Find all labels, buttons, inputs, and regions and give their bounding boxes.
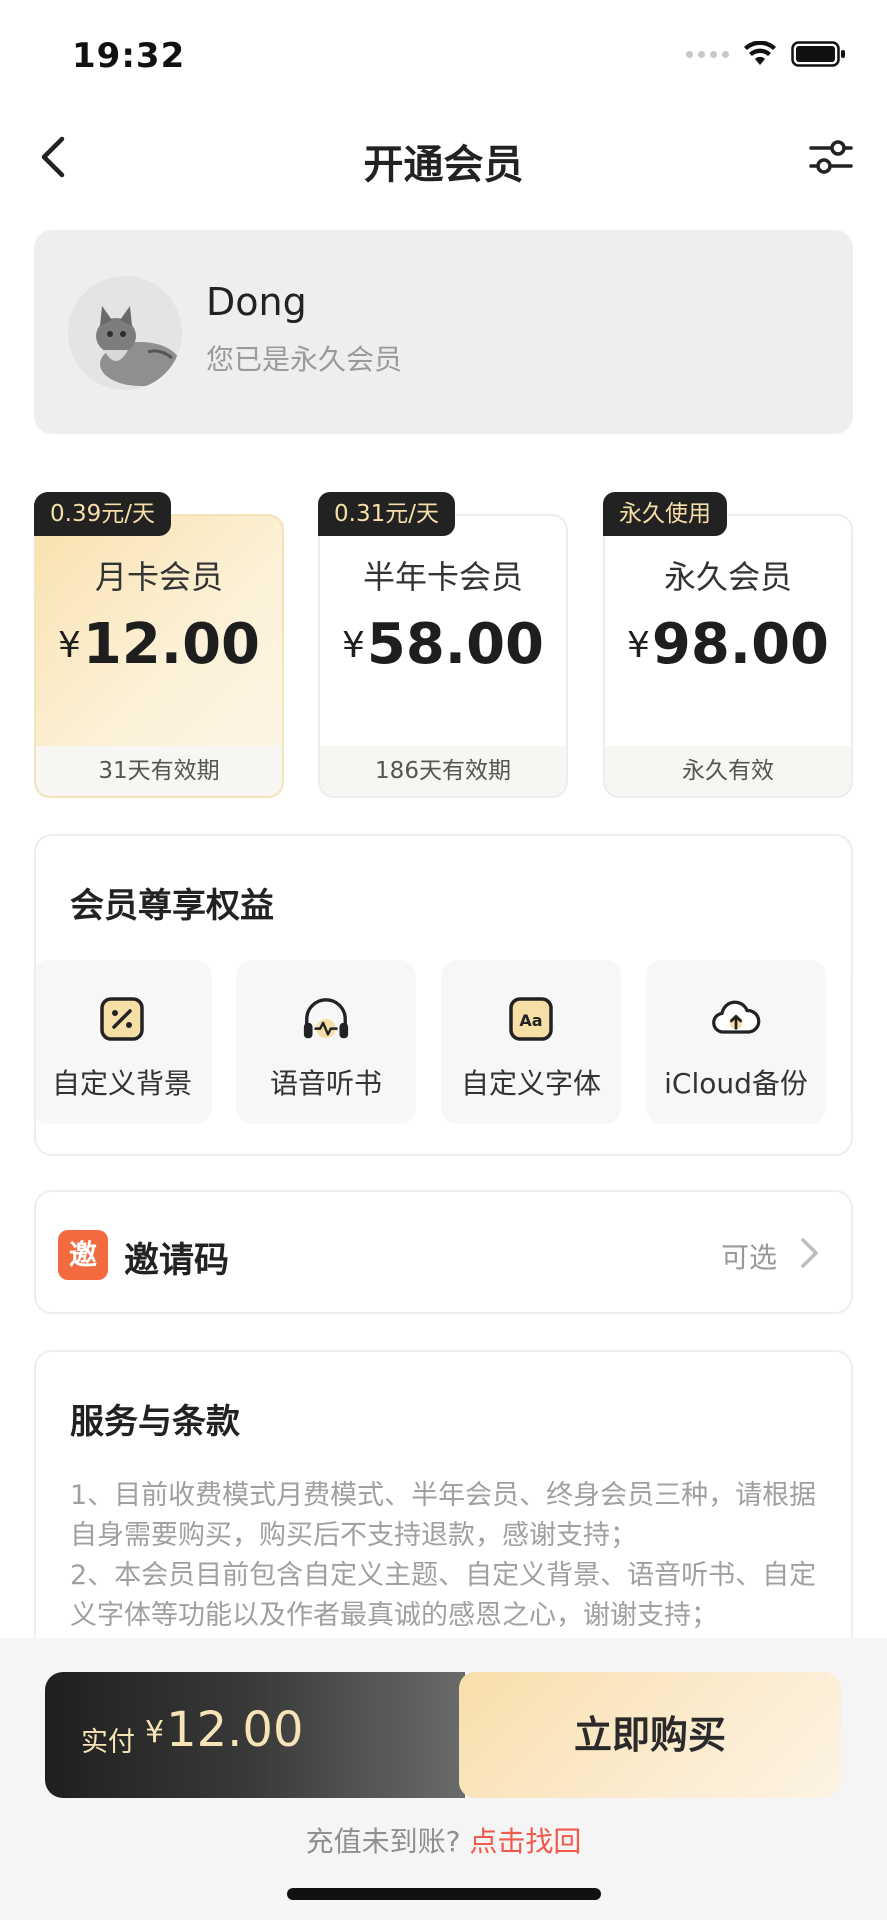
benefit-audio-book[interactable]: 语音听书 — [236, 960, 416, 1124]
benefit-label: 自定义字体 — [460, 1067, 601, 1100]
profile-card: Dong 您已是永久会员 — [34, 230, 853, 434]
plan-validity: 永久有效 — [605, 746, 851, 796]
plan-name: 月卡会员 — [94, 558, 223, 596]
benefit-label: iCloud备份 — [664, 1067, 808, 1100]
terms-title: 服务与条款 — [70, 1402, 240, 1442]
benefit-label: 自定义背景 — [51, 1067, 192, 1100]
plan-tag-half-year: 0.31元/天 — [318, 492, 455, 536]
plan-list: 月卡会员 ¥12.00 31天有效期 0.39元/天 半年卡会员 ¥58.00 … — [34, 492, 853, 798]
custom-background-icon — [97, 994, 147, 1044]
avatar[interactable] — [68, 276, 182, 390]
recovery-row: 充值未到账? 点击找回 — [0, 1820, 887, 1860]
bottom-payment-bar: 实付 ¥12.00 立即购买 充值未到账? 点击找回 — [0, 1638, 887, 1920]
benefit-custom-font[interactable]: Aa 自定义字体 — [441, 960, 621, 1124]
terms-line-2: 2、本会员目前包含自定义主题、自定义背景、语音听书、自定义字体等功能以及作者最真… — [70, 1560, 817, 1631]
cellular-signal-icon — [686, 50, 729, 58]
status-indicators — [686, 40, 847, 68]
benefits-card: 会员尊享权益 自定义背景 语音听书 Aa 自定义字体 iCloud备份 — [34, 834, 853, 1156]
payment-summary: 实付 ¥12.00 — [45, 1672, 465, 1798]
status-bar: 19:32 — [0, 0, 887, 110]
plan-validity: 31天有效期 — [36, 746, 282, 796]
plan-name: 半年卡会员 — [362, 558, 523, 596]
filter-settings-button[interactable] — [803, 132, 859, 182]
plan-card-half-year[interactable]: 半年卡会员 ¥58.00 186天有效期 — [318, 514, 568, 798]
invite-code-row[interactable]: 邀 邀请码 可选 — [34, 1190, 853, 1314]
navigation-bar: 开通会员 — [0, 112, 887, 202]
terms-line-1: 1、目前收费模式月费模式、半年会员、终身会员三种，请根据自身需要购买，购买后不支… — [70, 1480, 817, 1551]
plan-price: ¥98.00 — [626, 612, 830, 677]
plan-card-lifetime[interactable]: 永久会员 ¥98.00 永久有效 — [603, 514, 853, 798]
status-time: 19:32 — [72, 36, 186, 76]
plan-price: ¥58.00 — [341, 612, 545, 677]
buy-now-button[interactable]: 立即购买 — [459, 1672, 841, 1798]
invite-badge-icon: 邀 — [58, 1230, 108, 1280]
home-indicator — [287, 1888, 601, 1900]
sliders-icon — [809, 140, 853, 174]
user-name: Dong — [206, 280, 307, 324]
font-icon: Aa — [506, 994, 556, 1044]
invite-optional-text: 可选 — [720, 1241, 777, 1274]
benefits-scroll-row[interactable]: 自定义背景 语音听书 Aa 自定义字体 iCloud备份 — [36, 960, 851, 1124]
headphones-icon — [301, 994, 351, 1044]
benefit-custom-background[interactable]: 自定义背景 — [36, 960, 212, 1124]
benefits-title: 会员尊享权益 — [70, 886, 274, 926]
page-title: 开通会员 — [363, 142, 524, 188]
benefit-item-partial[interactable] — [850, 960, 851, 1124]
plan-tag-lifetime: 永久使用 — [603, 492, 727, 536]
cat-avatar-image — [68, 276, 182, 390]
cloud-upload-icon — [711, 994, 761, 1044]
benefit-label: 语音听书 — [269, 1067, 382, 1100]
membership-status: 您已是永久会员 — [206, 343, 403, 376]
invite-code-label: 邀请码 — [124, 1241, 230, 1281]
benefit-icloud-backup[interactable]: iCloud备份 — [646, 960, 826, 1124]
plan-name: 永久会员 — [663, 558, 792, 596]
plan-tag-monthly: 0.39元/天 — [34, 492, 171, 536]
battery-icon — [791, 41, 845, 67]
payment-label: 实付 — [81, 1727, 135, 1758]
plan-validity: 186天有效期 — [320, 746, 566, 796]
recovery-text: 充值未到账? — [305, 1825, 461, 1858]
payment-amount: ¥12.00 — [145, 1702, 304, 1758]
plan-card-monthly[interactable]: 月卡会员 ¥12.00 31天有效期 — [34, 514, 284, 798]
pay-bar: 实付 ¥12.00 立即购买 — [45, 1672, 841, 1798]
terms-text: 1、目前收费模式月费模式、半年会员、终身会员三种，请根据自身需要购买，购买后不支… — [70, 1476, 830, 1636]
chevron-right-icon — [801, 1238, 818, 1268]
recovery-link[interactable]: 点击找回 — [469, 1825, 581, 1858]
svg-text:Aa: Aa — [519, 1011, 542, 1030]
wifi-icon — [744, 41, 776, 65]
plan-price: ¥12.00 — [57, 612, 261, 677]
terms-card: 服务与条款 1、目前收费模式月费模式、半年会员、终身会员三种，请根据自身需要购买… — [34, 1350, 853, 1680]
